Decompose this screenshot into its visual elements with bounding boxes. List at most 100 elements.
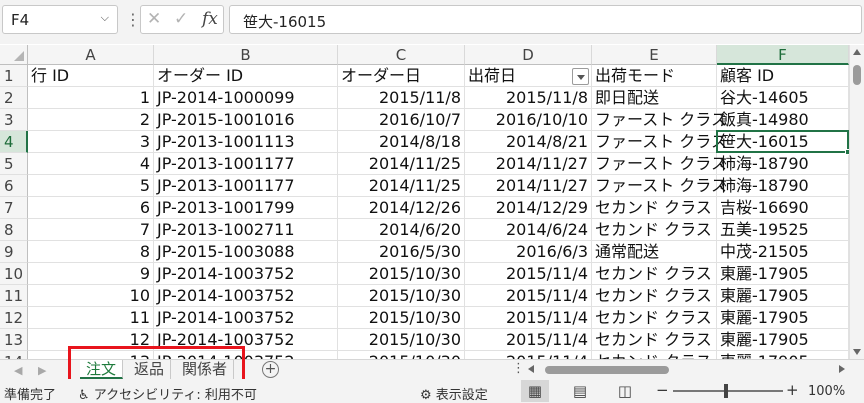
table-cell[interactable]: 柿海-18790: [717, 153, 849, 175]
accessibility-status[interactable]: ♿ アクセシビリティ: 利用不可: [78, 384, 257, 403]
header-cell[interactable]: オーダー日: [338, 65, 465, 87]
table-cell[interactable]: 2014/8/21: [465, 131, 592, 153]
table-cell[interactable]: 2015/11/8: [465, 87, 592, 109]
table-cell[interactable]: セカンド クラス: [592, 219, 717, 241]
column-header-d[interactable]: D: [465, 45, 592, 65]
table-cell[interactable]: 2015/11/4: [465, 263, 592, 285]
table-cell[interactable]: JP-2014-1000099: [154, 87, 338, 109]
page-break-view-button[interactable]: ◫: [611, 380, 639, 402]
header-cell[interactable]: 出荷モード: [592, 65, 717, 87]
spreadsheet-grid[interactable]: ABCDEF1行 ID オーダー ID オーダー日 出荷日 出荷モード 顧客 ID 2 1 JP…: [0, 45, 849, 359]
sheet-tab[interactable]: 注文: [80, 360, 124, 379]
table-cell[interactable]: セカンド クラス: [592, 329, 717, 351]
table-cell[interactable]: 13: [28, 351, 154, 359]
tab-nav-prev-icon[interactable]: ◀: [14, 364, 22, 377]
sheet-tab[interactable]: 関係者: [176, 360, 235, 379]
table-cell[interactable]: ファースト クラス: [592, 109, 727, 131]
table-cell[interactable]: 2014/6/20: [338, 219, 465, 241]
row-header-3[interactable]: 3: [0, 109, 28, 131]
sheet-tab[interactable]: 返品: [128, 360, 172, 379]
table-cell[interactable]: 2015/11/4: [465, 285, 592, 307]
table-cell[interactable]: 飯真-14980: [717, 109, 849, 131]
table-cell[interactable]: 五美-19525: [717, 219, 849, 241]
column-header-a[interactable]: A: [28, 45, 154, 65]
row-header-1[interactable]: 1: [0, 65, 28, 87]
row-header-8[interactable]: 8: [0, 219, 28, 241]
table-cell[interactable]: 2014/11/27: [465, 175, 592, 197]
table-cell[interactable]: 2015/11/8: [338, 87, 465, 109]
table-cell[interactable]: 10: [28, 285, 154, 307]
display-settings[interactable]: ⚙ 表示設定: [420, 384, 488, 403]
name-box[interactable]: F4 ⌵: [2, 5, 118, 34]
table-cell[interactable]: 東麗-17905: [717, 285, 849, 307]
table-cell[interactable]: 2015/10/30: [338, 351, 465, 359]
table-cell[interactable]: 谷大-14605: [717, 87, 849, 109]
row-header-13[interactable]: 13: [0, 329, 28, 351]
table-cell[interactable]: JP-2014-1003752: [154, 329, 338, 351]
scroll-down-icon[interactable]: [853, 349, 861, 355]
filter-dropdown-icon[interactable]: [572, 68, 589, 85]
row-header-5[interactable]: 5: [0, 153, 28, 175]
scroll-right-icon[interactable]: [839, 365, 845, 373]
table-cell[interactable]: 2014/11/25: [338, 175, 465, 197]
scroll-left-icon[interactable]: [528, 365, 534, 373]
table-cell[interactable]: 2015/11/4: [465, 329, 592, 351]
table-cell[interactable]: 2014/11/27: [465, 153, 592, 175]
table-cell[interactable]: 2015/10/30: [338, 329, 465, 351]
table-cell[interactable]: 9: [28, 263, 154, 285]
normal-view-button[interactable]: ▦: [521, 380, 549, 402]
formula-input[interactable]: 笹大-16015: [229, 5, 862, 34]
table-cell[interactable]: 2015/10/30: [338, 263, 465, 285]
table-cell[interactable]: JP-2013-1001799: [154, 197, 338, 219]
table-cell[interactable]: 東麗-17905: [717, 329, 849, 351]
table-cell[interactable]: 東麗-17905: [717, 351, 849, 359]
more-icon[interactable]: ⋮: [125, 10, 141, 29]
scroll-thumb[interactable]: [853, 65, 861, 85]
zoom-slider[interactable]: [673, 390, 783, 392]
table-cell[interactable]: 7: [28, 219, 154, 241]
row-header-2[interactable]: 2: [0, 87, 28, 109]
table-cell[interactable]: 11: [28, 307, 154, 329]
vertical-scrollbar[interactable]: [849, 45, 864, 359]
table-cell[interactable]: セカンド クラス: [592, 263, 717, 285]
table-cell[interactable]: 8: [28, 241, 154, 263]
table-cell[interactable]: 1: [28, 87, 154, 109]
table-cell[interactable]: 笹大-16015: [717, 131, 849, 153]
table-cell[interactable]: 2014/8/18: [338, 131, 465, 153]
header-cell[interactable]: オーダー ID: [154, 65, 338, 87]
page-layout-view-button[interactable]: ▤: [566, 380, 594, 402]
table-cell[interactable]: 柿海-18790: [717, 175, 849, 197]
table-cell[interactable]: 2016/10/10: [465, 109, 592, 131]
table-cell[interactable]: 2015/11/4: [465, 351, 592, 359]
column-header-b[interactable]: B: [154, 45, 338, 65]
row-header-12[interactable]: 12: [0, 307, 28, 329]
table-cell[interactable]: 6: [28, 197, 154, 219]
enter-icon[interactable]: ✓: [174, 9, 188, 29]
table-cell[interactable]: JP-2014-1003752: [154, 263, 338, 285]
add-sheet-button[interactable]: +: [262, 361, 279, 378]
table-cell[interactable]: 2014/11/25: [338, 153, 465, 175]
table-cell[interactable]: 東麗-17905: [717, 307, 849, 329]
table-cell[interactable]: JP-2013-1001113: [154, 131, 338, 153]
table-cell[interactable]: セカンド クラス: [592, 197, 717, 219]
table-cell[interactable]: JP-2013-1002711: [154, 219, 338, 241]
table-cell[interactable]: 2014/12/26: [338, 197, 465, 219]
table-cell[interactable]: 2016/5/30: [338, 241, 465, 263]
table-cell[interactable]: JP-2014-1003752: [154, 285, 338, 307]
table-cell[interactable]: JP-2013-1001177: [154, 175, 338, 197]
table-cell[interactable]: JP-2015-1001016: [154, 109, 338, 131]
table-cell[interactable]: 東麗-17905: [717, 263, 849, 285]
table-cell[interactable]: JP-2013-1001177: [154, 153, 338, 175]
scroll-up-icon[interactable]: [853, 49, 861, 55]
row-header-14[interactable]: 14: [0, 351, 28, 359]
row-header-10[interactable]: 10: [0, 263, 28, 285]
select-all-button[interactable]: [0, 45, 28, 65]
zoom-out-button[interactable]: −: [656, 381, 669, 399]
table-cell[interactable]: 2015/10/30: [338, 285, 465, 307]
table-cell[interactable]: 2016/10/7: [338, 109, 465, 131]
row-header-6[interactable]: 6: [0, 175, 28, 197]
table-cell[interactable]: 2014/12/29: [465, 197, 592, 219]
header-cell[interactable]: 顧客 ID: [717, 65, 849, 87]
row-header-9[interactable]: 9: [0, 241, 28, 263]
table-cell[interactable]: セカンド クラス: [592, 285, 717, 307]
